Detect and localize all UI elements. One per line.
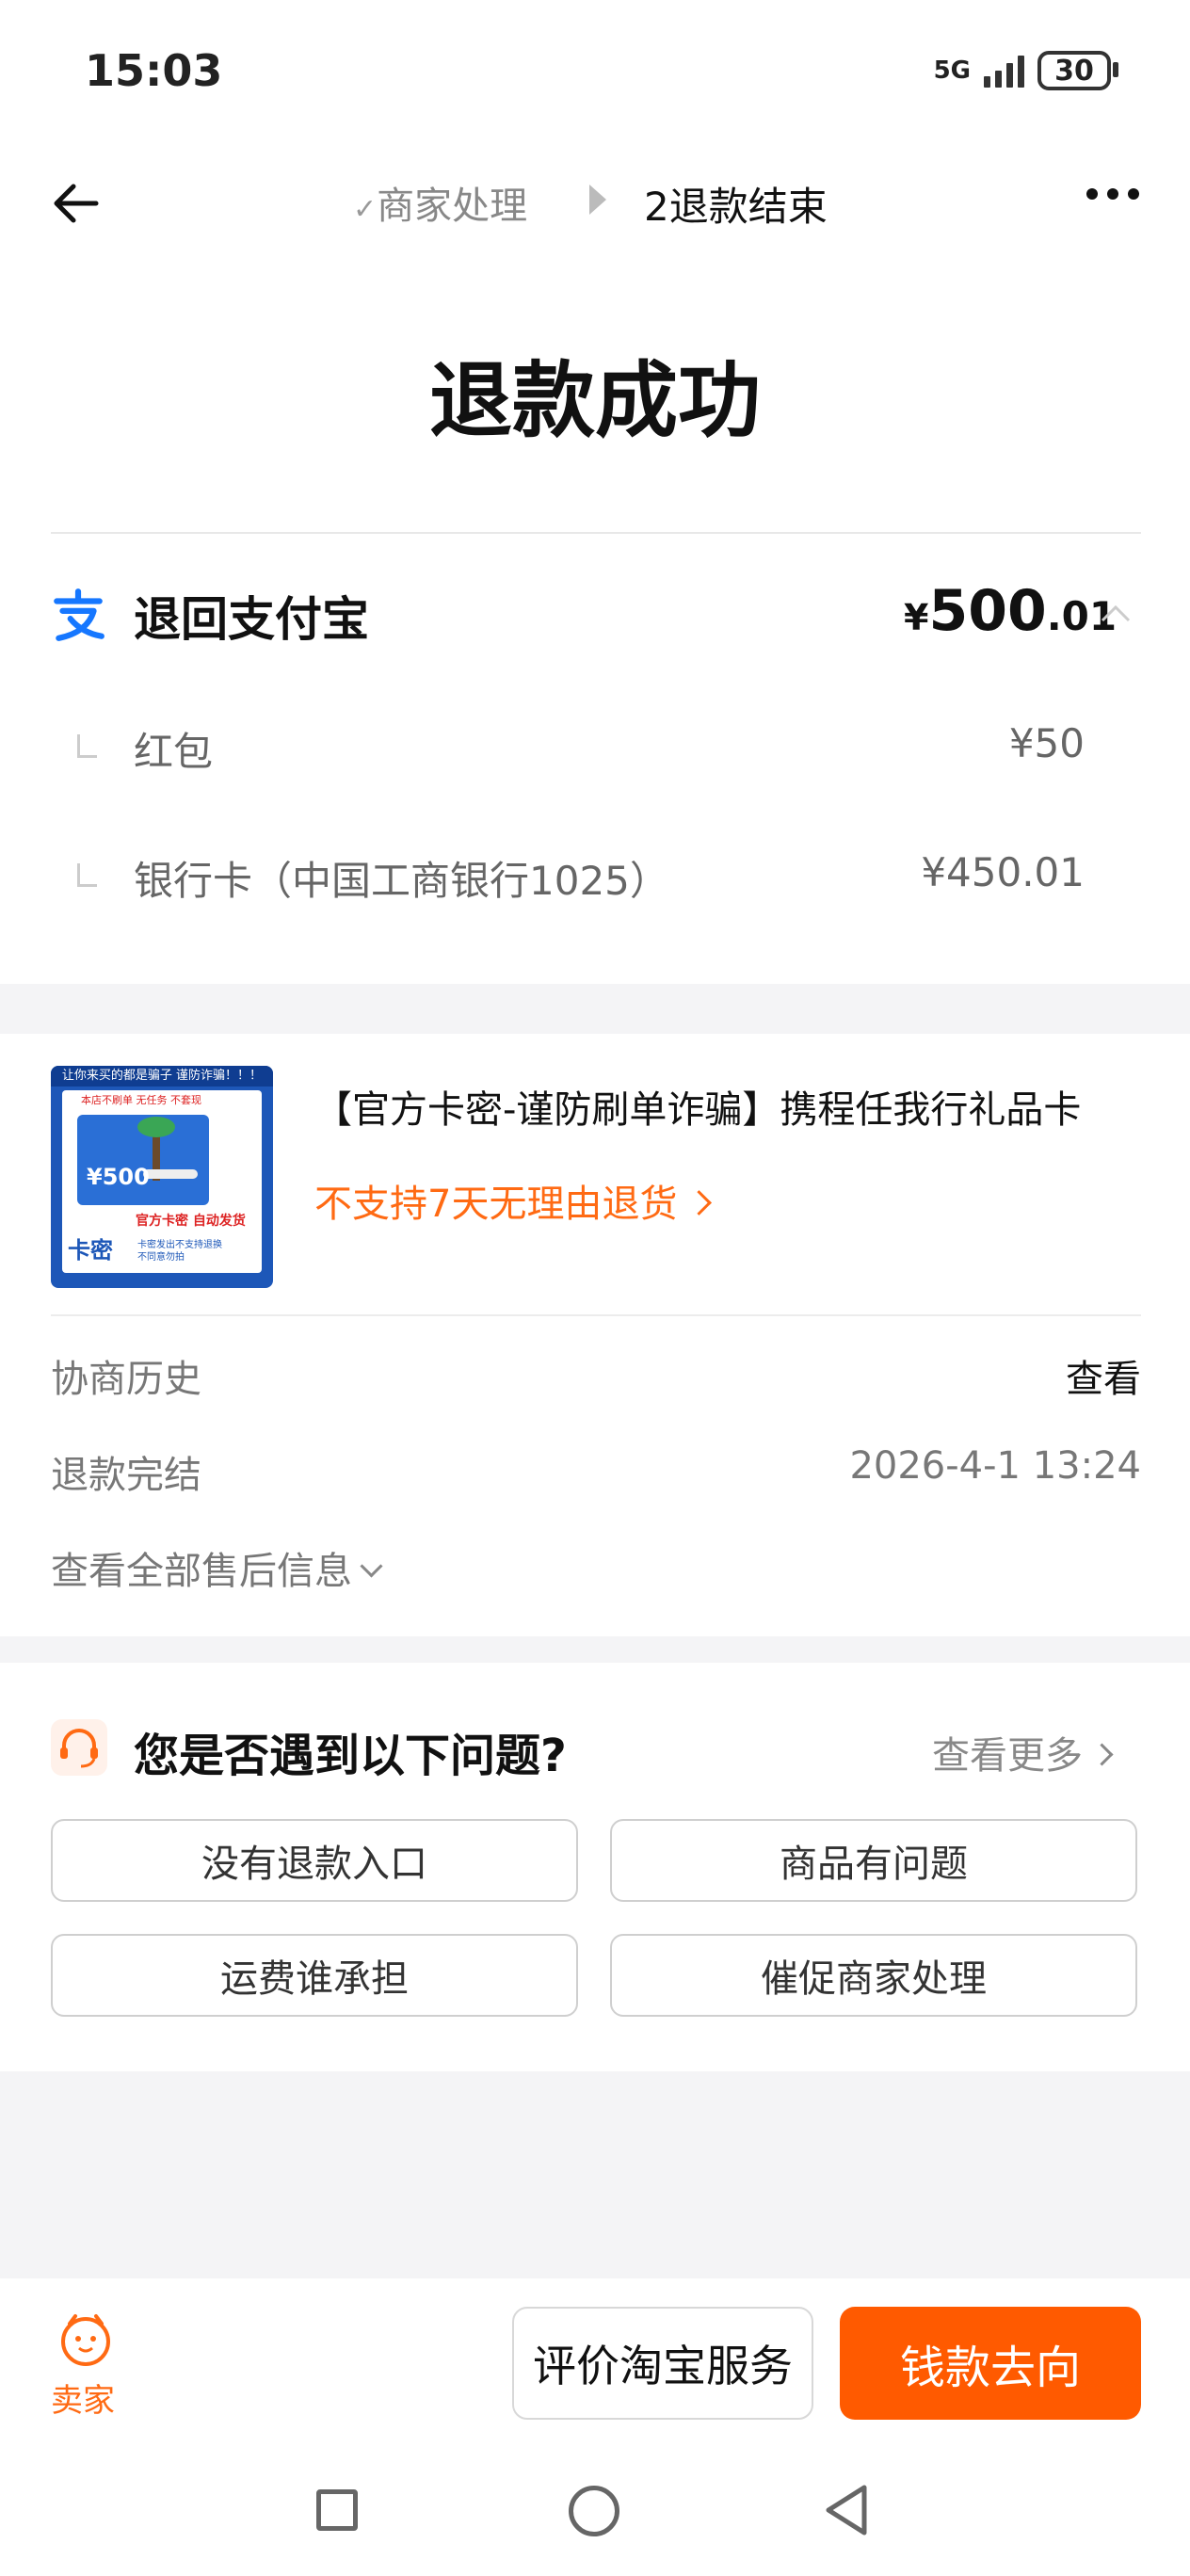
- step-separator: [589, 185, 606, 215]
- thumb-note-2: 不同意勿拍: [137, 1252, 185, 1263]
- breakdown-label: 红包: [134, 729, 214, 775]
- return-policy-link[interactable]: 不支持7天无理由退货: [314, 1173, 713, 1228]
- home-icon[interactable]: [569, 2486, 619, 2536]
- plane-icon: [143, 1169, 198, 1179]
- thumb-inner: 本店不刷单 无任务 不套现 ¥500 官方卡密 自动发货 卡密 卡密发出不支持退…: [62, 1090, 262, 1273]
- review-service-button[interactable]: 评价淘宝服务: [512, 2307, 813, 2420]
- breakdown-value: ¥450.01: [921, 849, 1085, 895]
- thumb-note: 卡密发出不支持退换 不同意勿拍: [137, 1239, 222, 1264]
- refund-destination: 退回支付宝: [134, 592, 369, 647]
- chevron-right-icon: [1090, 1742, 1114, 1766]
- expand-aftersale-label: 查看全部售后信息: [51, 1550, 352, 1593]
- divider: [51, 1314, 1141, 1316]
- status-time: 15:03: [85, 45, 223, 96]
- thumb-warning: 让你来买的都是骗子 谨防诈骗！！！: [51, 1066, 273, 1087]
- chevron-right-icon: [686, 1189, 713, 1216]
- chevron-down-icon: [360, 1554, 383, 1578]
- chevron-up-icon[interactable]: [1100, 603, 1132, 623]
- amount-currency: ¥: [904, 597, 929, 638]
- battery-icon: 30: [1037, 51, 1118, 90]
- customer-service-icon: [51, 1719, 107, 1776]
- breakdown-value: ¥50: [1008, 720, 1085, 766]
- step-merchant-label: 商家处理: [377, 185, 528, 228]
- history-label: 协商历史: [51, 1358, 201, 1401]
- refund-amount: ¥500.01: [904, 578, 1117, 644]
- recent-apps-icon[interactable]: [316, 2489, 358, 2531]
- thumb-kami: 卡密: [68, 1237, 113, 1264]
- expand-aftersale-link[interactable]: 查看全部售后信息: [51, 1540, 383, 1595]
- question-urge-merchant[interactable]: 催促商家处理: [610, 1934, 1137, 2017]
- battery-level: 30: [1054, 54, 1094, 88]
- tree-line-icon: [77, 863, 97, 887]
- check-icon: ✓: [353, 193, 378, 226]
- step-refund-end: 2退款结束: [644, 184, 828, 230]
- refund-complete-label: 退款完结: [51, 1454, 201, 1497]
- thumb-note-1: 卡密发出不支持退换: [137, 1240, 222, 1250]
- card-value: ¥500: [87, 1164, 150, 1190]
- product-thumbnail[interactable]: 让你来买的都是骗子 谨防诈骗！！！ 本店不刷单 无任务 不套现 ¥500 官方卡…: [51, 1066, 273, 1288]
- thumb-notice: 本店不刷单 无任务 不套现: [81, 1094, 201, 1106]
- product-title[interactable]: 【官方卡密-谨防刷单诈骗】携程任我行礼品卡: [314, 1079, 1115, 1134]
- question-no-refund-entry[interactable]: 没有退款入口: [51, 1819, 578, 1902]
- step-merchant: ✓商家处理: [353, 175, 527, 230]
- amount-integer: 500: [928, 578, 1047, 644]
- network-type: 5G: [933, 56, 971, 85]
- palm-leaf: [137, 1117, 175, 1137]
- back-arrow-icon[interactable]: [47, 175, 104, 232]
- tree-line-icon: [77, 734, 97, 758]
- thumb-official: 官方卡密 自动发货: [136, 1214, 246, 1229]
- seller-label[interactable]: 卖家: [51, 2375, 115, 2421]
- money-destination-button[interactable]: 钱款去向: [840, 2307, 1141, 2420]
- see-more-link[interactable]: 查看更多: [932, 1725, 1114, 1779]
- divider: [51, 532, 1141, 534]
- help-title: 您是否遇到以下问题?: [134, 1730, 567, 1782]
- question-product-issue[interactable]: 商品有问题: [610, 1819, 1137, 1902]
- question-shipping-fee[interactable]: 运费谁承担: [51, 1934, 578, 2017]
- signal-icon: [984, 54, 1024, 88]
- status-icons: 5G 30: [933, 51, 1118, 90]
- refund-complete-time: 2026-4-1 13:24: [849, 1444, 1141, 1488]
- see-more-label: 查看更多: [932, 1734, 1083, 1778]
- return-policy-label: 不支持7天无理由退货: [314, 1183, 678, 1226]
- more-icon[interactable]: [1086, 188, 1139, 200]
- gift-card-image: ¥500: [77, 1115, 209, 1205]
- alipay-icon: [54, 588, 105, 641]
- system-back-icon[interactable]: [823, 2482, 870, 2538]
- breakdown-label: 银行卡（中国工商银行1025）: [134, 858, 669, 904]
- page-title: 退款成功: [428, 352, 761, 449]
- seller-icon[interactable]: [56, 2312, 115, 2367]
- view-history-link[interactable]: 查看: [670, 1348, 1141, 1403]
